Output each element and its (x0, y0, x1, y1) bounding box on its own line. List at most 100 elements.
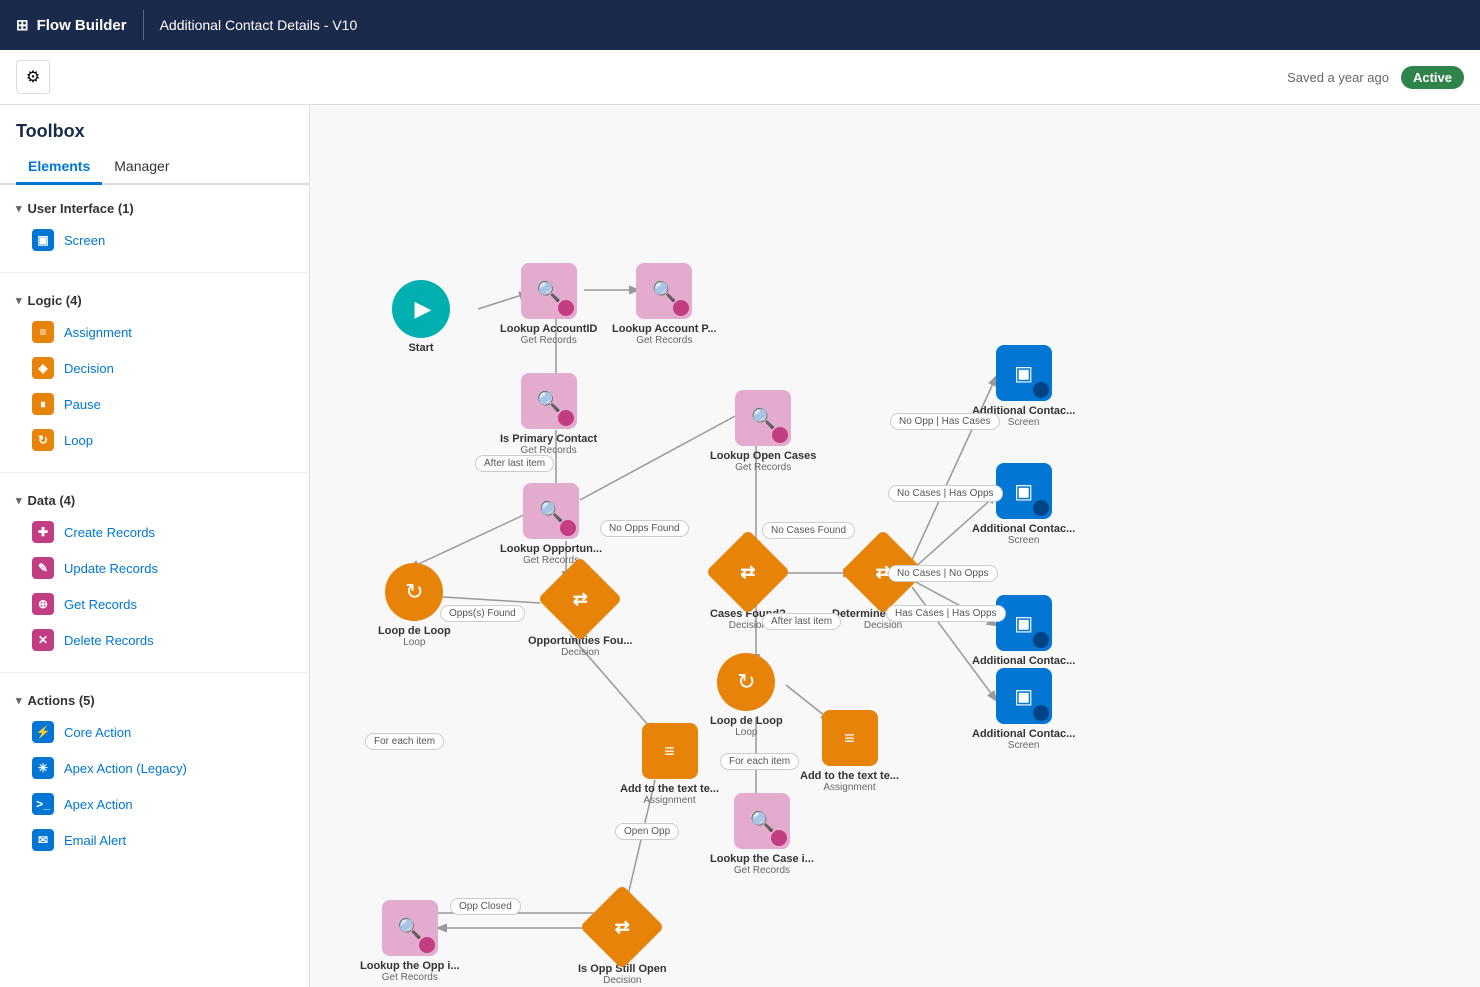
sidebar-item-decision[interactable]: ◈ Decision (0, 350, 309, 386)
screen-icon3: ▣ (1014, 611, 1033, 636)
grid-icon: ⊞ (16, 16, 29, 34)
node-opport-found[interactable]: ⇄ Opportunities Fou... Decision (528, 567, 633, 658)
isopp-sublabel: Decision (603, 975, 641, 986)
node-addtext2[interactable]: ≡ Add to the text te... Assignment (800, 710, 899, 793)
node-isopp-open[interactable]: ⇄ Is Opp Still Open Decision (578, 895, 667, 986)
node-lookup-opencases[interactable]: 🔍 Lookup Open Cases Get Records (710, 390, 816, 473)
loop2-sublabel: Loop (735, 727, 757, 738)
header-divider (143, 10, 144, 40)
sidebar-item-update-records[interactable]: ✎ Update Records (0, 550, 309, 586)
section-actions: ▾ Actions (5) ⚡ Core Action ✳ Apex Actio… (0, 677, 309, 868)
node-isprimary[interactable]: 🔍 Is Primary Contact Get Records (500, 373, 597, 456)
screen-shape3: ▣ (996, 595, 1052, 651)
divider (0, 472, 309, 473)
start-shape: ▶ (392, 280, 450, 338)
database-icon3: 🔍 (536, 389, 561, 414)
flow-canvas[interactable]: ▶ Start 🔍 Lookup AccountID Get Records (310, 105, 1480, 987)
decision-shape1: ⇄ (548, 567, 612, 631)
update-records-icon: ✎ (32, 557, 54, 579)
node-lookup-accountid[interactable]: 🔍 Lookup AccountID Get Records (500, 263, 597, 346)
screen-icon4: ▣ (1014, 684, 1033, 709)
sidebar-item-loop[interactable]: ↻ Loop (0, 422, 309, 458)
node-lookup-opportun[interactable]: 🔍 Lookup Opportun... Get Records (500, 483, 602, 566)
isprimary-box: 🔍 (521, 373, 577, 429)
get-records-icon: ⊕ (32, 593, 54, 615)
sidebar-item-email-alert[interactable]: ✉ Email Alert (0, 822, 309, 858)
equals-icon2: ≡ (844, 728, 855, 749)
section-header-logic[interactable]: ▾ Logic (4) (0, 287, 309, 314)
chevron-down-icon: ▾ (16, 202, 22, 215)
sidebar-item-pause[interactable]: ⏸ Pause (0, 386, 309, 422)
flow-title: Additional Contact Details - V10 (160, 17, 358, 33)
opencases-box: 🔍 (735, 390, 791, 446)
additional2-label: Additional Contac... (972, 523, 1075, 535)
loop2-label: Loop de Loop (710, 715, 783, 727)
get-records-shape2: 🔍 (636, 263, 692, 319)
chevron-down-icon: ▾ (16, 494, 22, 507)
sidebar-item-screen[interactable]: ▣ Screen (0, 222, 309, 258)
app-header: ⊞ Flow Builder Additional Contact Detail… (0, 0, 1480, 50)
sidebar-item-core-action[interactable]: ⚡ Core Action (0, 714, 309, 750)
section-header-ui[interactable]: ▾ User Interface (1) (0, 195, 309, 222)
edge-label-no-cases-has-opps: No Cases | Has Opps (888, 485, 1003, 502)
additional2-box: ▣ (996, 463, 1052, 519)
node-loop1[interactable]: ↻ Loop de Loop Loop (378, 563, 451, 648)
edge-label-no-cases: No Cases Found (762, 522, 855, 539)
settings-button[interactable]: ⚙ (16, 60, 50, 94)
additional4-box: ▣ (996, 668, 1052, 724)
sidebar-item-create-records[interactable]: ✚ Create Records (0, 514, 309, 550)
addtext1-sublabel: Assignment (643, 795, 695, 806)
tab-manager[interactable]: Manager (102, 150, 181, 185)
sidebar-item-delete-records[interactable]: ✕ Delete Records (0, 622, 309, 658)
database-icon2: 🔍 (652, 279, 677, 304)
database-icon6: 🔍 (750, 809, 775, 834)
node-start[interactable]: ▶ Start (392, 280, 450, 354)
node-loop2[interactable]: ↻ Loop de Loop Loop (710, 653, 783, 738)
divider (0, 672, 309, 673)
core-action-label: Core Action (64, 725, 131, 740)
app-logo: ⊞ Flow Builder (16, 16, 127, 34)
edge-label-for-each2: For each item (720, 753, 799, 770)
refresh-icon2: ↻ (737, 669, 755, 695)
node-additional4[interactable]: ▣ Additional Contac... Screen (972, 668, 1075, 751)
node-additional2[interactable]: ▣ Additional Contac... Screen (972, 463, 1075, 546)
screen-icon: ▣ (32, 229, 54, 251)
email-alert-icon: ✉ (32, 829, 54, 851)
screen-shape1: ▣ (996, 345, 1052, 401)
start-circle: ▶ (392, 280, 450, 338)
apex-action-legacy-icon: ✳ (32, 757, 54, 779)
additional2-sublabel: Screen (1008, 535, 1040, 546)
edge-label-opp-closed: Opp Closed (450, 898, 521, 915)
section-header-actions[interactable]: ▾ Actions (5) (0, 687, 309, 714)
sidebar-item-apex-action[interactable]: >_ Apex Action (0, 786, 309, 822)
lookup-accountid-box: 🔍 (521, 263, 577, 319)
casei-box: 🔍 (734, 793, 790, 849)
casei-label: Lookup the Case i... (710, 853, 814, 865)
screen-shape4: ▣ (996, 668, 1052, 724)
create-records-icon: ✚ (32, 521, 54, 543)
oppi-sublabel: Get Records (382, 972, 438, 983)
get-records-shape5: 🔍 (735, 390, 791, 446)
create-records-label: Create Records (64, 525, 155, 540)
sidebar-tabs: Elements Manager (0, 150, 309, 185)
tab-elements[interactable]: Elements (16, 150, 102, 185)
isprimary-label: Is Primary Contact (500, 433, 597, 445)
addtext1-box: ≡ (642, 723, 698, 779)
section-header-data[interactable]: ▾ Data (4) (0, 487, 309, 514)
node-lookup-accountp[interactable]: 🔍 Lookup Account P... Get Records (612, 263, 717, 346)
node-lookup-oppi[interactable]: 🔍 Lookup the Opp i... Get Records (360, 900, 460, 983)
sidebar-item-apex-action-legacy[interactable]: ✳ Apex Action (Legacy) (0, 750, 309, 786)
node-lookup-casei[interactable]: 🔍 Lookup the Case i... Get Records (710, 793, 814, 876)
node-addtext1[interactable]: ≡ Add to the text te... Assignment (620, 723, 719, 806)
get-records-shape: 🔍 (521, 263, 577, 319)
decision-icon4: ⇄ (615, 917, 630, 938)
sidebar-item-assignment[interactable]: ≡ Assignment (0, 314, 309, 350)
loop1-sublabel: Loop (403, 637, 425, 648)
decision-shape2: ⇄ (716, 540, 780, 604)
edge-label-after-last2: After last item (762, 613, 841, 630)
database-icon: 🔍 (536, 279, 561, 304)
toolbox-sidebar: Toolbox Elements Manager ▾ User Interfac… (0, 105, 310, 987)
decision-shape4: ⇄ (590, 895, 654, 959)
oppi-box: 🔍 (382, 900, 438, 956)
sidebar-item-get-records[interactable]: ⊕ Get Records (0, 586, 309, 622)
